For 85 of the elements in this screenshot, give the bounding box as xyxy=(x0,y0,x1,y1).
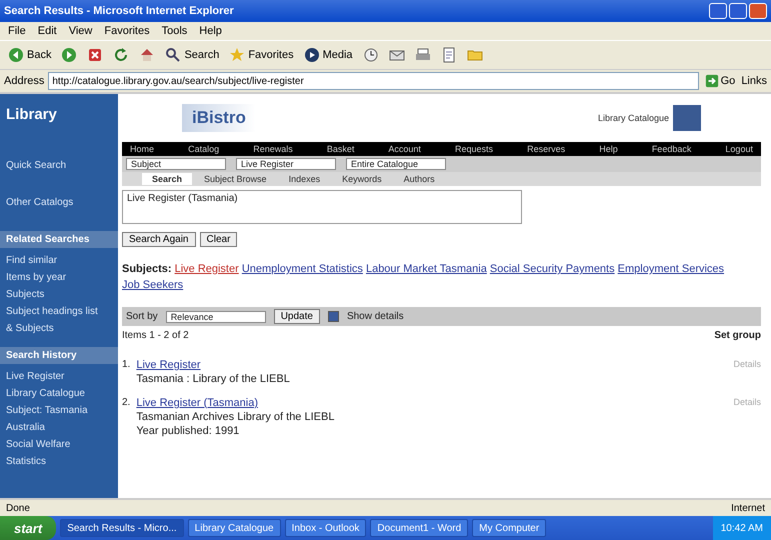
sidebar-link[interactable]: Australia xyxy=(6,421,112,434)
sidebar-link[interactable]: Quick Search xyxy=(6,159,112,172)
sidebar-link[interactable]: & Subjects xyxy=(6,322,112,335)
taskbar-button[interactable]: Search Results - Micro... xyxy=(60,519,184,537)
subject-link[interactable]: Employment Services xyxy=(618,263,724,275)
result-number: 1. xyxy=(122,359,130,372)
sidebar-heading: Related Searches xyxy=(0,231,118,248)
menu-item[interactable]: Favorites xyxy=(104,25,150,37)
sidebar-link[interactable]: Subject: Tasmania xyxy=(6,404,112,417)
menu-item[interactable]: Edit xyxy=(38,25,57,37)
minimize-button[interactable] xyxy=(709,3,727,19)
star-icon xyxy=(229,47,246,63)
seal-caption: Library Catalogue xyxy=(598,113,669,123)
item-count: Items 1 - 2 of 2 xyxy=(122,330,189,341)
subject-link[interactable]: Live Register xyxy=(174,263,239,275)
play-icon xyxy=(304,47,320,63)
start-button[interactable]: start xyxy=(0,516,56,540)
sidebar-link[interactable]: Items by year xyxy=(6,271,112,284)
query-box[interactable]: Live Register (Tasmania) xyxy=(122,190,522,224)
subject-link[interactable]: Social Security Payments xyxy=(490,263,615,275)
address-field[interactable]: http://catalogue.library.gov.au/search/subject/live-register xyxy=(48,72,699,90)
nav-link[interactable]: Catalog xyxy=(188,144,220,154)
menu-item[interactable]: View xyxy=(68,25,92,37)
subject-link[interactable]: Labour Market Tasmania xyxy=(366,263,487,275)
sidebar-link[interactable]: Other Catalogs xyxy=(6,196,112,209)
nav-link[interactable]: Logout xyxy=(725,144,753,154)
taskbar-button[interactable]: Inbox - Outlook xyxy=(284,519,366,537)
subjects-label: Subjects: xyxy=(122,263,172,275)
result-detail: Tasmania : Library of the LIEBL xyxy=(136,373,291,385)
status-text: Done xyxy=(6,502,31,514)
form-button[interactable]: Search Again xyxy=(122,232,196,247)
clock: 10:42 AM xyxy=(712,516,771,540)
sidebar-heading: Search History xyxy=(0,347,118,364)
sidebar-link[interactable]: Library Catalogue xyxy=(6,387,112,400)
taskbar-button[interactable]: Document1 - Word xyxy=(370,519,468,537)
taskbar-button[interactable]: My Computer xyxy=(472,519,546,537)
nav-link[interactable]: Home xyxy=(130,144,154,154)
address-label: Address xyxy=(4,75,44,87)
sidebar-link[interactable]: Find similar xyxy=(6,254,112,267)
toolbar-button[interactable]: Favorites xyxy=(227,45,296,65)
nav-link[interactable]: Requests xyxy=(455,144,494,154)
nav-link[interactable]: Help xyxy=(599,144,618,154)
index-dropdown[interactable]: Subject xyxy=(126,158,226,170)
result-title-link[interactable]: Live Register xyxy=(136,359,728,371)
sidebar-link[interactable]: Statistics xyxy=(6,455,112,468)
result-detail: Tasmanian Archives Library of the LIEBL xyxy=(136,411,336,423)
checkbox-label: Show details xyxy=(346,311,404,322)
sidebar-link[interactable]: Subject headings list xyxy=(6,305,112,318)
checkbox[interactable] xyxy=(328,311,339,322)
sidebar-link[interactable]: Social Welfare xyxy=(6,438,112,451)
toolbar-button[interactable]: Search xyxy=(163,45,222,65)
subject-link[interactable]: Unemployment Statistics xyxy=(242,263,363,275)
nav-link[interactable]: Basket xyxy=(326,144,354,154)
sort-dropdown[interactable]: Relevance xyxy=(166,310,266,322)
links-label[interactable]: Links xyxy=(741,75,767,87)
sidebar-link[interactable]: Live Register xyxy=(6,370,112,383)
toolbar-button[interactable]: Back xyxy=(6,45,54,65)
group-link[interactable]: Set group xyxy=(714,330,761,341)
menu-item[interactable]: Tools xyxy=(162,25,188,37)
window-title: Search Results - Microsoft Internet Explorer xyxy=(4,5,235,17)
close-button[interactable] xyxy=(749,3,767,19)
menu-item[interactable]: Help xyxy=(199,25,222,37)
tab[interactable]: Search xyxy=(142,173,192,185)
search-icon xyxy=(165,47,182,63)
result-detail: Year published: 1991 xyxy=(136,425,240,437)
sort-label: Sort by xyxy=(126,311,158,322)
maximize-button[interactable] xyxy=(729,3,747,19)
nav-link[interactable]: Reserves xyxy=(527,144,566,154)
scope-dropdown[interactable]: Entire Catalogue xyxy=(346,158,446,170)
form-button[interactable]: Clear xyxy=(200,232,238,247)
update-button[interactable]: Update xyxy=(274,309,320,324)
toolbar-button[interactable]: Media xyxy=(302,45,355,65)
result-number: 2. xyxy=(122,397,130,410)
sidebar-link[interactable]: Subjects xyxy=(6,288,112,301)
library-logo: Library xyxy=(6,106,58,123)
taskbar-button[interactable]: Library Catalogue xyxy=(188,519,281,537)
nav-link[interactable]: Account xyxy=(388,144,421,154)
zone-label: Internet xyxy=(731,502,765,514)
nav-link[interactable]: Feedback xyxy=(652,144,692,154)
go-button[interactable]: Go xyxy=(702,74,738,88)
nav-link[interactable]: Renewals xyxy=(253,144,293,154)
result-title-link[interactable]: Live Register (Tasmania) xyxy=(136,397,728,409)
menu-item[interactable]: File xyxy=(8,25,26,37)
search-field[interactable]: Live Register xyxy=(236,158,336,170)
subject-link[interactable]: Job Seekers xyxy=(122,279,184,291)
